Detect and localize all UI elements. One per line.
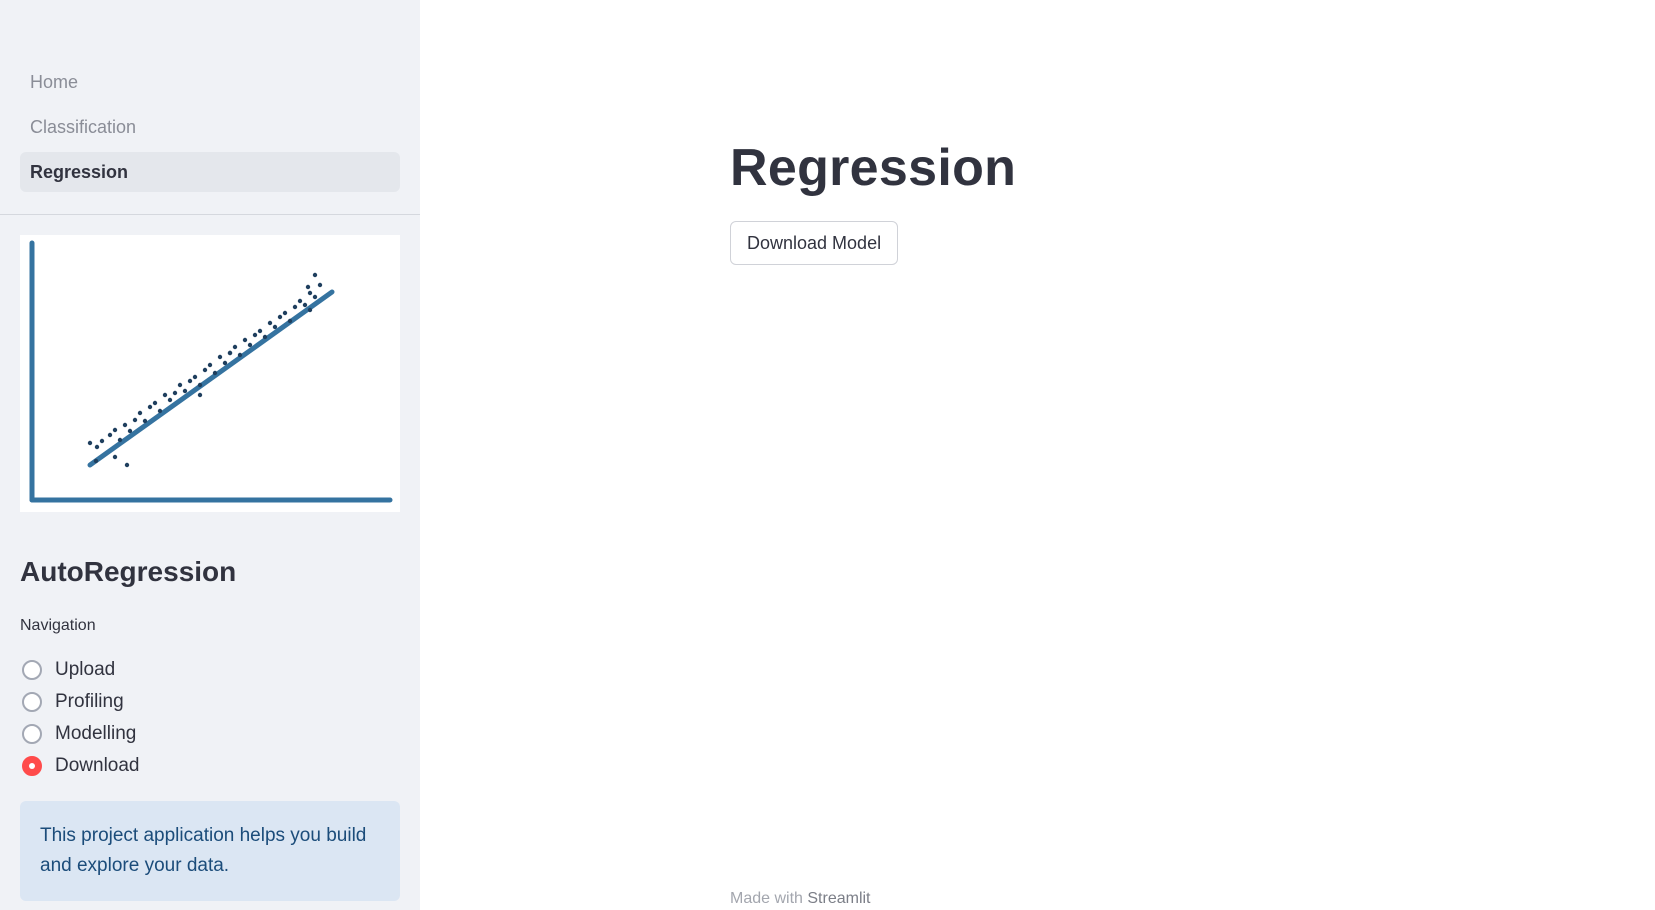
scatter-dot: [117, 437, 123, 443]
scatter-dot: [307, 307, 313, 313]
scatter-dot: [272, 324, 278, 330]
radio-checked-icon: [22, 756, 42, 776]
radio-profiling[interactable]: Profiling: [20, 686, 140, 718]
scatter-dot: [297, 298, 303, 304]
scatter-dot: [237, 352, 243, 358]
scatter-dot: [132, 417, 138, 423]
scatter-dot: [107, 432, 113, 438]
navigation-radio-label: Navigation: [20, 617, 96, 634]
nav-item-classification[interactable]: Classification: [20, 107, 400, 147]
scatter-dot: [137, 410, 143, 416]
radio-label: Download: [55, 755, 140, 776]
nav-item-regression[interactable]: Regression: [20, 152, 400, 192]
scatter-dot: [94, 444, 100, 450]
page-nav: Home Classification Regression: [20, 62, 400, 197]
radio-upload[interactable]: Upload: [20, 654, 140, 686]
scatter-dot: [222, 360, 228, 366]
radio-unchecked-icon: [22, 724, 42, 744]
scatter-dot: [257, 328, 263, 334]
scatter-dot: [99, 438, 105, 444]
scatter-dot: [177, 382, 183, 388]
navigation-radio-group: Upload Profiling Modelling Download: [20, 654, 140, 782]
scatter-dot: [247, 342, 253, 348]
scatter-dot: [182, 388, 188, 394]
scatter-dot: [292, 304, 298, 310]
radio-unchecked-icon: [22, 660, 42, 680]
scatter-dot: [197, 382, 203, 388]
scatter-dot: [302, 302, 308, 308]
footer: Made with Streamlit: [730, 890, 871, 908]
radio-download[interactable]: Download: [20, 750, 140, 782]
scatter-dot: [142, 418, 148, 424]
radio-modelling[interactable]: Modelling: [20, 718, 140, 750]
scatter-dot: [312, 294, 318, 300]
footer-prefix: Made with: [730, 890, 803, 907]
scatter-dot: [172, 390, 178, 396]
app-root: Home Classification Regression AutoRegre…: [0, 0, 1655, 910]
scatter-dot: [212, 370, 218, 376]
scatter-dot: [112, 454, 118, 460]
scatter-dot: [262, 334, 268, 340]
scatter-dot: [207, 362, 213, 368]
page-title: Regression: [730, 139, 1017, 197]
scatter-dot: [187, 378, 193, 384]
scatter-dot: [227, 350, 233, 356]
streamlit-link[interactable]: Streamlit: [807, 890, 870, 907]
scatter-dot: [305, 284, 311, 290]
regression-logo-image: [20, 235, 400, 512]
info-box: This project application helps you build…: [20, 801, 400, 901]
scatter-dot: [317, 282, 323, 288]
main-content: Regression Download Model Made with Stre…: [420, 0, 1655, 910]
scatter-dot: [282, 310, 288, 316]
app-name: AutoRegression: [20, 556, 237, 587]
scatter-dot: [157, 408, 163, 414]
radio-unchecked-icon: [22, 692, 42, 712]
download-model-button[interactable]: Download Model: [730, 221, 899, 265]
sidebar-divider: [0, 214, 420, 215]
scatter-dot: [124, 462, 130, 468]
radio-label: Profiling: [55, 691, 124, 712]
radio-label: Upload: [55, 659, 116, 680]
info-text: This project application helps you build…: [40, 825, 367, 876]
scatter-dot: [267, 320, 273, 326]
scatter-dot: [122, 422, 128, 428]
scatter-dot: [242, 337, 248, 343]
scatter-dot: [152, 400, 158, 406]
scatter-dot: [252, 332, 258, 338]
scatter-dot: [127, 428, 133, 434]
scatter-dot: [277, 314, 283, 320]
scatter-dot: [112, 427, 118, 433]
scatter-dot: [287, 318, 293, 324]
scatter-dot: [93, 458, 99, 464]
scatter-dot: [202, 367, 208, 373]
scatter-dot: [307, 290, 313, 296]
scatter-dot: [217, 354, 223, 360]
regression-chart-icon: [29, 240, 393, 503]
scatter-dot: [147, 404, 153, 410]
scatter-dot: [167, 397, 173, 403]
radio-label: Modelling: [55, 723, 137, 744]
scatter-dot: [162, 392, 168, 398]
nav-item-home[interactable]: Home: [20, 62, 400, 102]
scatter-dot: [312, 272, 318, 278]
scatter-dot: [232, 344, 238, 350]
sidebar: Home Classification Regression AutoRegre…: [0, 0, 420, 910]
scatter-dot: [197, 392, 203, 398]
scatter-dot: [192, 374, 198, 380]
scatter-dot: [87, 440, 93, 446]
